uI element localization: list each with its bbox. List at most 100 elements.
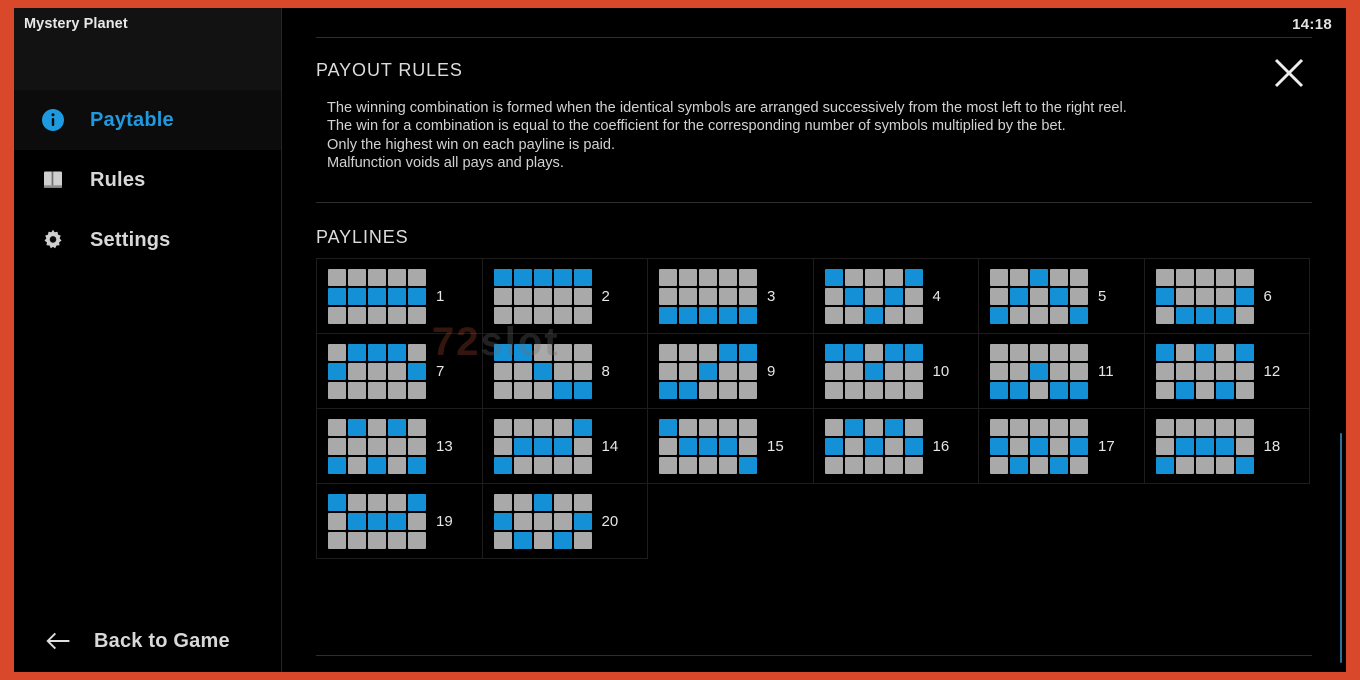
payline-cell-active bbox=[1235, 343, 1254, 361]
sidebar-item-settings-label: Settings bbox=[90, 228, 171, 251]
payline-cell[interactable]: 20 bbox=[481, 483, 648, 560]
payline-cell[interactable]: 8 bbox=[481, 333, 648, 410]
payline-cell[interactable]: 3 bbox=[647, 258, 814, 335]
sidebar-item-rules[interactable]: Rules bbox=[14, 150, 281, 210]
payline-cell[interactable]: 1 bbox=[316, 258, 483, 335]
payline-cell[interactable]: 9 bbox=[647, 333, 814, 410]
payline-cell-inactive bbox=[368, 437, 386, 455]
payline-grid bbox=[493, 493, 592, 549]
payline-cell-inactive bbox=[1155, 437, 1174, 455]
sidebar-item-settings[interactable]: Settings bbox=[14, 210, 281, 270]
payline-cell-inactive bbox=[824, 418, 843, 436]
payline-cell-inner: 20 bbox=[483, 493, 648, 549]
payline-cell-active bbox=[844, 343, 863, 361]
payline-cell-inactive bbox=[368, 306, 386, 324]
payline-number: 2 bbox=[601, 287, 610, 305]
scrollbar-thumb[interactable] bbox=[1340, 433, 1342, 663]
payline-cell-inactive bbox=[990, 456, 1008, 474]
payline-cell[interactable]: 10 bbox=[812, 333, 979, 410]
payline-cell-active bbox=[348, 512, 366, 530]
payline-cell-inactive bbox=[1215, 362, 1234, 380]
payline-cell[interactable]: 16 bbox=[812, 408, 979, 485]
payline-cell-inactive bbox=[533, 418, 552, 436]
sidebar-item-paytable[interactable]: Paytable bbox=[14, 90, 281, 150]
payline-cell-inactive bbox=[844, 381, 863, 399]
payline-cell-inactive bbox=[328, 531, 346, 549]
payline-cell-inactive bbox=[824, 362, 843, 380]
payline-cell-active bbox=[533, 493, 552, 511]
payline-grid bbox=[990, 418, 1088, 474]
payline-cell-inactive bbox=[1155, 362, 1174, 380]
payline-cell-inner: 8 bbox=[483, 343, 648, 399]
payline-cell[interactable]: 11 bbox=[978, 333, 1145, 410]
payline-cell-inactive bbox=[844, 456, 863, 474]
payline-cell-inactive bbox=[328, 306, 346, 324]
payline-cell[interactable]: 12 bbox=[1143, 333, 1310, 410]
payline-cell-inactive bbox=[1050, 268, 1068, 286]
payline-cell-active bbox=[1010, 381, 1028, 399]
payline-cell-inner: 11 bbox=[979, 343, 1144, 399]
payline-cell-inactive bbox=[1175, 287, 1194, 305]
payline-cell-active bbox=[1070, 306, 1088, 324]
payline-cell[interactable]: 5 bbox=[978, 258, 1145, 335]
payline-cell-inactive bbox=[493, 287, 512, 305]
back-to-game-button[interactable]: Back to Game bbox=[14, 610, 281, 672]
payline-cell-active bbox=[719, 437, 737, 455]
payline-cell-inactive bbox=[533, 531, 552, 549]
payline-cell-inactive bbox=[719, 381, 737, 399]
payline-cell-active bbox=[348, 287, 366, 305]
payline-cell[interactable]: 7 bbox=[316, 333, 483, 410]
payline-grid bbox=[328, 418, 426, 474]
payline-cell-inactive bbox=[699, 343, 717, 361]
paylines-row: 13 14 15 16 17 18 bbox=[316, 408, 1310, 485]
payline-cell-inactive bbox=[1030, 343, 1048, 361]
payline-cell-inactive bbox=[864, 456, 883, 474]
payline-cell[interactable]: 18 bbox=[1143, 408, 1310, 485]
payline-cell-active bbox=[739, 306, 757, 324]
payline-cell-inactive bbox=[573, 437, 592, 455]
payline-cell-active bbox=[1010, 287, 1028, 305]
payline-cell-inactive bbox=[679, 343, 697, 361]
payline-cell-inactive bbox=[1155, 268, 1174, 286]
payline-cell-active bbox=[719, 306, 737, 324]
payline-cell-active bbox=[739, 343, 757, 361]
payline-cell-inactive bbox=[904, 362, 923, 380]
back-to-game-label: Back to Game bbox=[94, 629, 230, 652]
payline-cell-active bbox=[1195, 437, 1214, 455]
payline-cell-inactive bbox=[990, 287, 1008, 305]
payline-cell[interactable]: 6 bbox=[1143, 258, 1310, 335]
payline-cell-inactive bbox=[533, 512, 552, 530]
divider-bottom bbox=[316, 655, 1312, 656]
payline-cell-active bbox=[824, 343, 843, 361]
payline-cell-inactive bbox=[699, 268, 717, 286]
scrollbar[interactable] bbox=[1338, 8, 1344, 672]
payline-cell[interactable]: 14 bbox=[481, 408, 648, 485]
payline-number: 13 bbox=[436, 437, 453, 455]
payline-cell-inner: 18 bbox=[1145, 418, 1310, 474]
payline-cell-active bbox=[328, 456, 346, 474]
payline-cell[interactable]: 17 bbox=[978, 408, 1145, 485]
payline-cell-inactive bbox=[573, 493, 592, 511]
payline-cell-inactive bbox=[553, 343, 572, 361]
payline-cell[interactable]: 2 bbox=[481, 258, 648, 335]
payline-cell[interactable]: 15 bbox=[647, 408, 814, 485]
payline-cell-active bbox=[388, 343, 406, 361]
payline-cell-inactive bbox=[513, 456, 532, 474]
payline-cell-active bbox=[1215, 306, 1234, 324]
payline-cell-inactive bbox=[844, 268, 863, 286]
payline-cell[interactable]: 13 bbox=[316, 408, 483, 485]
sidebar-item-paytable-label: Paytable bbox=[90, 108, 174, 131]
payline-cell-inactive bbox=[368, 268, 386, 286]
payline-cell[interactable]: 19 bbox=[316, 483, 483, 560]
payline-number: 14 bbox=[601, 437, 619, 455]
payline-cell-inactive bbox=[533, 343, 552, 361]
payline-cell-inactive bbox=[1070, 343, 1088, 361]
payline-cell[interactable]: 4 bbox=[812, 258, 979, 335]
payline-cell-inactive bbox=[368, 418, 386, 436]
payline-cell-inactive bbox=[388, 493, 406, 511]
payline-cell-inactive bbox=[1070, 456, 1088, 474]
payline-cell-active bbox=[573, 268, 592, 286]
payline-cell-inactive bbox=[493, 531, 512, 549]
payout-rules-title: PAYOUT RULES bbox=[316, 60, 463, 80]
payline-cell-inactive bbox=[1235, 268, 1254, 286]
